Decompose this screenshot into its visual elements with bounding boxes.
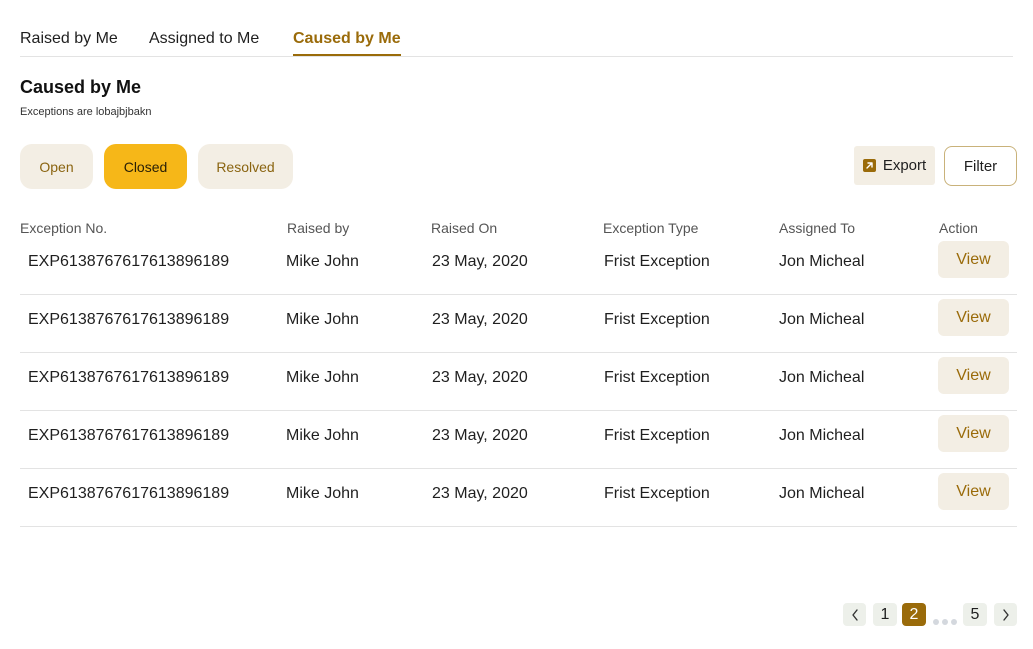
tab-assigned-to-me[interactable]: Assigned to Me	[149, 30, 259, 54]
cell-raised-by: Mike John	[286, 485, 359, 502]
table-row: EXP6138767617613896189 Mike John 23 May,…	[20, 353, 1017, 411]
cell-exception-type: Frist Exception	[604, 311, 710, 328]
cell-exception-no: EXP6138767617613896189	[28, 311, 230, 328]
cell-exception-no: EXP6138767617613896189	[28, 369, 230, 386]
arrow-up-right-icon	[862, 159, 876, 172]
column-header-action: Action	[939, 220, 978, 236]
cell-exception-type: Frist Exception	[604, 369, 710, 386]
cell-assigned-to: Jon Micheal	[779, 311, 865, 328]
export-button[interactable]: Export	[854, 146, 935, 185]
cell-raised-by: Mike John	[286, 427, 359, 444]
cell-raised-by: Mike John	[286, 253, 359, 270]
view-button[interactable]: View	[938, 357, 1009, 394]
cell-assigned-to: Jon Micheal	[779, 369, 865, 386]
cell-exception-no: EXP6138767617613896189	[28, 253, 230, 270]
cell-exception-no: EXP6138767617613896189	[28, 427, 230, 444]
cell-raised-on: 23 May, 2020	[432, 485, 528, 502]
cell-raised-by: Mike John	[286, 311, 359, 328]
view-button[interactable]: View	[938, 415, 1009, 452]
column-header-exception-type: Exception Type	[603, 220, 699, 236]
view-button[interactable]: View	[938, 299, 1009, 336]
column-header-raised-on: Raised On	[431, 220, 498, 236]
column-header-raised-by: Raised by	[287, 220, 350, 236]
chevron-left-icon	[851, 608, 858, 621]
tab-bar: Raised by Me Assigned to Me Caused by Me	[20, 0, 1013, 57]
cell-exception-type: Frist Exception	[604, 253, 710, 270]
status-open-button[interactable]: Open	[20, 144, 93, 189]
column-header-exception-no: Exception No.	[20, 220, 108, 236]
table-row: EXP6138767617613896189 Mike John 23 May,…	[20, 411, 1017, 469]
cell-raised-on: 23 May, 2020	[432, 369, 528, 386]
view-button[interactable]: View	[938, 473, 1009, 510]
pagination-next-button[interactable]	[994, 603, 1017, 626]
page-subtitle: Exceptions are lobajbjbakn	[20, 106, 152, 118]
cell-exception-type: Frist Exception	[604, 427, 710, 444]
cell-exception-no: EXP6138767617613896189	[28, 485, 230, 502]
chevron-right-icon	[1002, 608, 1009, 621]
export-label: Export	[882, 157, 927, 174]
cell-exception-type: Frist Exception	[604, 485, 710, 502]
page-1-button[interactable]: 1	[873, 603, 897, 626]
cell-assigned-to: Jon Micheal	[779, 253, 865, 270]
page-2-button[interactable]: 2	[902, 603, 926, 626]
page-5-button[interactable]: 5	[963, 603, 987, 626]
status-resolved-button[interactable]: Resolved	[198, 144, 293, 189]
cell-assigned-to: Jon Micheal	[779, 427, 865, 444]
tab-raised-by-me[interactable]: Raised by Me	[20, 30, 118, 54]
cell-raised-by: Mike John	[286, 369, 359, 386]
cell-raised-on: 23 May, 2020	[432, 427, 528, 444]
cell-raised-on: 23 May, 2020	[432, 253, 528, 270]
cell-raised-on: 23 May, 2020	[432, 311, 528, 328]
pagination-ellipsis	[933, 619, 957, 625]
pagination-prev-button[interactable]	[843, 603, 866, 626]
table-row: EXP6138767617613896189 Mike John 23 May,…	[20, 237, 1017, 295]
tab-caused-by-me[interactable]: Caused by Me	[293, 30, 401, 56]
column-header-assigned-to: Assigned To	[779, 220, 856, 236]
view-button[interactable]: View	[938, 241, 1009, 278]
page-title: Caused by Me	[20, 77, 142, 97]
table-row: EXP6138767617613896189 Mike John 23 May,…	[20, 295, 1017, 353]
filter-button[interactable]: Filter	[944, 146, 1017, 186]
cell-assigned-to: Jon Micheal	[779, 485, 865, 502]
status-closed-button[interactable]: Closed	[104, 144, 187, 189]
table-row: EXP6138767617613896189 Mike John 23 May,…	[20, 469, 1017, 527]
